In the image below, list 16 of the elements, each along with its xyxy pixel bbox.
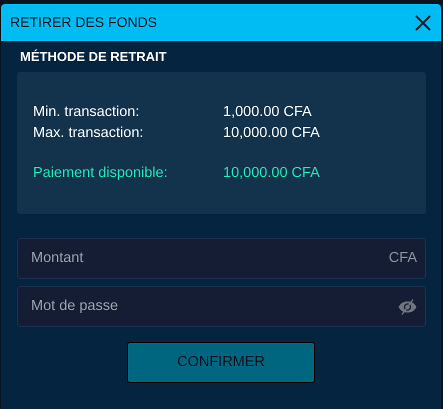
password-field[interactable]: Mot de passe xyxy=(31,296,398,318)
section-title: MÉTHODE DE RETRAIT xyxy=(19,48,168,66)
amount-input-box[interactable]: Montant CFA xyxy=(17,238,426,279)
info-label: Paiement disponible: xyxy=(33,164,169,183)
amount-field[interactable]: Montant xyxy=(31,248,389,270)
eye-slash-icon[interactable] xyxy=(398,298,417,314)
info-value: 1,000.00 CFA xyxy=(223,103,312,122)
confirm-button[interactable]: CONFIRMER xyxy=(127,342,315,383)
info-label: Min. transaction: xyxy=(33,103,140,122)
dialog-title: RETIRER DES FONDS xyxy=(10,13,158,32)
password-input-box[interactable]: Mot de passe xyxy=(17,286,426,327)
info-label: Max. transaction: xyxy=(33,124,144,143)
info-value: 10,000.00 CFA xyxy=(223,124,320,143)
info-value: 10,000.00 CFA xyxy=(223,164,320,183)
currency-suffix: CFA xyxy=(388,248,417,268)
close-icon xyxy=(414,14,430,30)
